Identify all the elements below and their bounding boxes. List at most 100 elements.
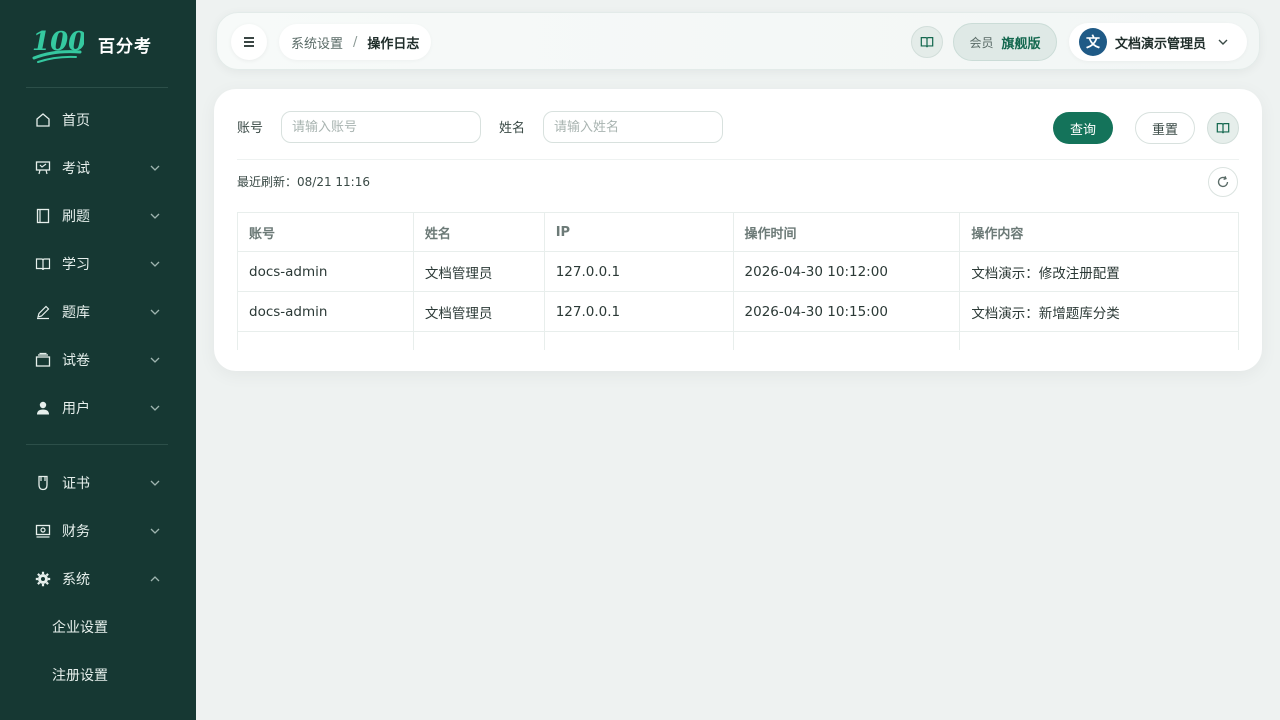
column-header-content[interactable]: 操作内容 <box>959 212 1239 252</box>
query-button[interactable]: 查询 <box>1053 112 1113 144</box>
open-book-icon <box>920 37 934 48</box>
sidebar-item-question-bank[interactable]: 题库 <box>0 292 196 332</box>
sidebar-item-study[interactable]: 学习 <box>0 244 196 284</box>
column-header-ip[interactable]: IP <box>543 212 734 252</box>
sidebar-divider <box>26 444 168 445</box>
app-name: 百分考 <box>98 36 152 57</box>
name-search-input[interactable] <box>543 111 723 143</box>
empty-cell <box>412 331 545 350</box>
docs-button[interactable] <box>911 26 943 58</box>
cell-name: 文档管理员 <box>412 291 545 332</box>
top-header: 系统设置 / 操作日志 会员 旗舰版 文 文档演示管理员 <box>216 12 1260 70</box>
cell-content: 文档演示：新增题库分类 <box>959 291 1239 332</box>
membership-label: 会员 <box>969 35 994 50</box>
column-header-account[interactable]: 账号 <box>237 212 414 252</box>
cell-ip: 127.0.0.1 <box>543 291 734 332</box>
operation-log-table: 账号 姓名 IP 操作时间 操作内容 docs-admin 文档管理员 127.… <box>237 212 1239 350</box>
empty-cell <box>543 331 734 350</box>
sidebar-item-label: 考试 <box>62 161 90 177</box>
sidebar-item-papers[interactable]: 试卷 <box>0 340 196 380</box>
sidebar-item-practice[interactable]: 刷题 <box>0 196 196 236</box>
sidebar-subitem-label: 企业设置 <box>52 620 108 636</box>
sidebar-item-label: 系统 <box>62 572 90 588</box>
table-header-row: 账号 姓名 IP 操作时间 操作内容 <box>237 212 1239 252</box>
avatar: 文 <box>1079 28 1107 56</box>
logo[interactable]: 100 百分考 <box>30 24 152 64</box>
sidebar-item-system[interactable]: 系统 <box>0 559 196 599</box>
open-book-icon <box>1216 123 1230 134</box>
cell-account: docs-admin <box>237 291 414 332</box>
sidebar-item-label: 刷题 <box>62 209 90 225</box>
sidebar-item-label: 首页 <box>62 113 90 129</box>
account-search-input[interactable] <box>281 111 481 143</box>
name-filter-label: 姓名 <box>499 121 526 136</box>
chevron-up-icon <box>150 576 160 582</box>
cell-account: docs-admin <box>237 251 414 292</box>
refresh-button[interactable] <box>1208 167 1238 197</box>
chevron-down-icon <box>150 309 160 315</box>
gear-icon <box>34 570 52 588</box>
last-refresh-text: 最近刷新：08/21 11:16 <box>237 175 370 189</box>
sidebar: 100 百分考 首页 考试 刷题 学习 题库 试卷 用户 证书 财务 系统 企业… <box>0 0 196 720</box>
sidebar-item-label: 证书 <box>62 476 90 492</box>
breadcrumb-current: 操作日志 <box>367 36 420 52</box>
user-menu[interactable]: 文 文档演示管理员 <box>1069 23 1247 61</box>
empty-cell <box>959 331 1239 350</box>
logo-100-icon: 100 <box>32 27 84 63</box>
certificate-icon <box>34 474 52 492</box>
pencil-icon <box>34 303 52 321</box>
sidebar-item-label: 用户 <box>62 401 90 417</box>
sidebar-subitem-registration-settings[interactable]: 注册设置 <box>0 655 196 695</box>
reset-button[interactable]: 重置 <box>1135 112 1195 144</box>
cell-time: 2026-04-30 10:15:00 <box>732 291 961 332</box>
breadcrumb-separator: / <box>353 34 358 50</box>
cell-time: 2026-04-30 10:12:00 <box>732 251 961 292</box>
user-icon <box>34 399 52 417</box>
chevron-down-icon <box>150 213 160 219</box>
sidebar-subitem-label: 注册设置 <box>52 668 108 684</box>
sidebar-item-certificate[interactable]: 证书 <box>0 463 196 503</box>
sidebar-subitem-company-settings[interactable]: 企业设置 <box>0 607 196 647</box>
sidebar-item-label: 试卷 <box>62 353 90 369</box>
membership-badge[interactable]: 会员 旗舰版 <box>953 23 1057 61</box>
breadcrumb-parent[interactable]: 系统设置 <box>291 33 343 52</box>
breadcrumb: 系统设置 / 操作日志 <box>279 24 432 60</box>
chevron-down-icon <box>150 357 160 363</box>
sidebar-item-users[interactable]: 用户 <box>0 388 196 428</box>
sidebar-item-label: 题库 <box>62 305 90 321</box>
docs-button[interactable] <box>1207 112 1239 144</box>
empty-cell <box>732 331 961 350</box>
cell-content: 文档演示：修改注册配置 <box>959 251 1239 292</box>
sidebar-item-finance[interactable]: 财务 <box>0 511 196 551</box>
money-icon <box>34 522 52 540</box>
table-empty-row <box>237 331 1239 350</box>
notebook-icon <box>34 207 52 225</box>
column-header-time[interactable]: 操作时间 <box>732 212 961 252</box>
presentation-icon <box>34 159 52 177</box>
cell-ip: 127.0.0.1 <box>543 251 734 292</box>
operation-log-panel: 账号 姓名 查询 重置 最近刷新：08/21 11:16 账号 姓名 IP 操作… <box>214 89 1262 371</box>
filter-divider <box>237 159 1239 160</box>
sidebar-divider <box>26 87 168 88</box>
chevron-down-icon <box>150 261 160 267</box>
chevron-down-icon <box>150 405 160 411</box>
chevron-down-icon <box>150 480 160 486</box>
open-book-icon <box>34 255 52 273</box>
chevron-down-icon <box>1218 39 1228 45</box>
hamburger-icon <box>244 37 254 47</box>
sidebar-item-label: 财务 <box>62 524 90 540</box>
account-filter-label: 账号 <box>237 121 264 136</box>
menu-toggle-button[interactable] <box>231 24 267 60</box>
paper-stack-icon <box>34 351 52 369</box>
sidebar-item-home[interactable]: 首页 <box>0 100 196 140</box>
user-name: 文档演示管理员 <box>1115 36 1207 52</box>
cell-name: 文档管理员 <box>412 251 545 292</box>
membership-tier: 旗舰版 <box>1001 36 1041 52</box>
table-row[interactable]: docs-admin 文档管理员 127.0.0.1 2026-04-30 10… <box>237 251 1239 292</box>
sidebar-item-exam[interactable]: 考试 <box>0 148 196 188</box>
sidebar-item-label: 学习 <box>62 257 90 273</box>
column-header-name[interactable]: 姓名 <box>412 212 545 252</box>
table-row[interactable]: docs-admin 文档管理员 127.0.0.1 2026-04-30 10… <box>237 291 1239 332</box>
refresh-icon <box>1217 175 1229 188</box>
empty-cell <box>237 331 414 350</box>
